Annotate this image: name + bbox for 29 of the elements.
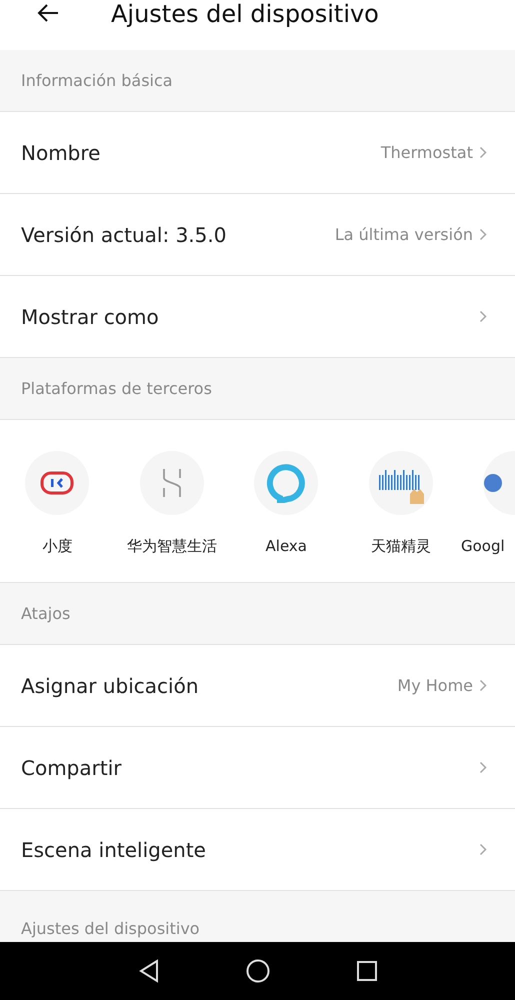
settings-row[interactable]: Nombre Thermostat (0, 112, 515, 194)
settings-row[interactable]: Escena inteligente (0, 809, 515, 891)
settings-row[interactable]: Versión actual: 3.5.0 La última versión (0, 194, 515, 276)
chevron-icon (479, 146, 487, 159)
chevron-icon (479, 761, 487, 774)
settings-row[interactable]: Compartir (0, 727, 515, 809)
platform-label: 小度 (42, 537, 72, 556)
chevron-icon (479, 843, 487, 856)
settings-row[interactable]: Asignar ubicación My Home (0, 645, 515, 727)
back-arrow-icon[interactable] (36, 3, 60, 23)
recents-icon[interactable] (356, 960, 378, 982)
section-title: Atajos (21, 604, 70, 623)
chevron-icon (479, 679, 487, 692)
back-icon[interactable] (138, 959, 160, 983)
chevron-icon (479, 310, 487, 323)
platform-label: Alexa (266, 537, 307, 555)
rounded-screen-icon (40, 471, 74, 495)
section-title: Información básica (21, 71, 173, 90)
platform-label: 天猫精灵 (370, 537, 431, 556)
settings-row[interactable]: Mostrar como (0, 276, 515, 358)
home-icon[interactable] (246, 959, 270, 983)
platform-label: Googl (461, 537, 505, 555)
platform-label: 华为智慧生活 (126, 537, 217, 556)
chevron-icon (479, 228, 487, 241)
dot-icon (484, 474, 502, 492)
ring-icon (266, 463, 306, 503)
section-title: Plataformas de terceros (21, 379, 212, 398)
page-title: Ajustes del dispositivo (111, 0, 379, 28)
section-title: Ajustes del dispositivo (21, 919, 200, 938)
